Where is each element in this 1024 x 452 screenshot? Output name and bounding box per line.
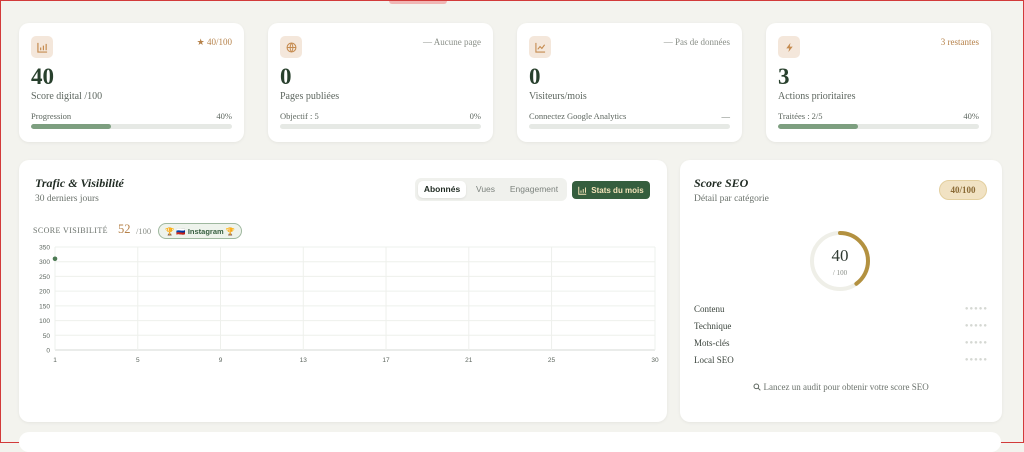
search-icon xyxy=(753,383,761,391)
stat-value: 0 xyxy=(529,64,541,89)
stat-sub-label: Progression xyxy=(31,111,72,121)
audit-text: Lancez un audit pour obtenir votre score… xyxy=(763,382,929,392)
stat-corner-text: — Aucune page xyxy=(423,37,481,47)
stat-label: Actions prioritaires xyxy=(778,91,856,102)
seo-category-contenu: Contenu xyxy=(694,304,725,314)
stat-value: 40 xyxy=(31,64,54,89)
stats-du-mois-button[interactable]: Stats du mois xyxy=(572,181,650,199)
y-tick-label: 350 xyxy=(39,245,50,252)
tab-engagement[interactable]: Engagement xyxy=(505,181,563,198)
traffic-subtitle: 30 derniers jours xyxy=(35,194,99,204)
score-digital-card: ★ 40/100 40 Score digital /100 Progressi… xyxy=(19,23,244,142)
actions-card: 3 restantes 3 Actions prioritaires Trait… xyxy=(766,23,991,142)
stats-du-mois-label: Stats du mois xyxy=(591,185,644,195)
progress-fill xyxy=(778,124,859,129)
stat-sub-label: Traitées : 2/5 xyxy=(778,111,823,121)
rating-dots: ●●●●● xyxy=(964,340,988,346)
seo-title: Score SEO xyxy=(694,176,749,190)
metric-tabs: Abonnés Vues Engagement xyxy=(415,178,567,201)
bar-chart-icon xyxy=(578,186,587,195)
stat-value: 3 xyxy=(778,64,790,89)
x-tick-label: 30 xyxy=(651,357,659,364)
x-tick-label: 13 xyxy=(300,357,308,364)
y-tick-label: 100 xyxy=(39,318,50,325)
seo-subtitle: Détail par catégorie xyxy=(694,194,769,204)
stat-percent: 0% xyxy=(469,111,481,121)
x-tick-label: 21 xyxy=(465,357,473,364)
top-tab-indicator xyxy=(389,1,447,4)
stat-percent: 40% xyxy=(216,111,232,121)
seo-score-max: / 100 xyxy=(832,269,848,277)
stat-corner-text: ★ 40/100 xyxy=(196,37,232,47)
stat-progress-bar xyxy=(31,124,232,129)
seo-category-technique: Technique xyxy=(694,321,732,331)
stat-label: Score digital /100 xyxy=(31,91,103,102)
audit-link[interactable]: Lancez un audit pour obtenir votre score… xyxy=(680,382,1002,392)
stat-corner-text: — Pas de données xyxy=(663,37,730,47)
instagram-badge-label: 🏆 🇷🇺 Instagram 🏆 xyxy=(165,226,236,236)
y-tick-label: 250 xyxy=(39,274,50,281)
stat-percent: 40% xyxy=(963,111,979,121)
visitors-card: — Pas de données 0 Visiteurs/mois Connec… xyxy=(517,23,742,142)
lightning-icon xyxy=(778,36,800,58)
next-card-edge xyxy=(19,432,1001,452)
y-tick-label: 150 xyxy=(39,303,50,310)
x-tick-label: 9 xyxy=(219,357,223,364)
x-tick-label: 17 xyxy=(382,357,390,364)
x-tick-label: 25 xyxy=(548,357,556,364)
rating-dots: ●●●●● xyxy=(964,306,988,312)
rating-dots: ●●●●● xyxy=(964,323,988,329)
stat-label: Pages publiées xyxy=(280,91,340,102)
seo-score-badge: 40/100 xyxy=(939,180,987,200)
pages-card: — Aucune page 0 Pages publiées Objectif … xyxy=(268,23,493,142)
visibility-max: /100 xyxy=(136,226,152,236)
y-tick-label: 0 xyxy=(46,348,50,355)
globe-icon xyxy=(280,36,302,58)
seo-card: Score SEO Détail par catégorie 40/100 40… xyxy=(680,160,1002,422)
stat-sub-label: Connectez Google Analytics xyxy=(529,111,627,121)
stat-corner-text: 3 restantes xyxy=(940,37,979,47)
stat-value: 0 xyxy=(280,64,292,89)
instagram-badge[interactable]: 🏆 🇷🇺 Instagram 🏆 xyxy=(158,223,243,239)
visibility-label: Score visibilité xyxy=(33,226,108,235)
tab-abonnes[interactable]: Abonnés xyxy=(418,181,466,198)
y-tick-label: 50 xyxy=(43,333,51,340)
y-tick-label: 200 xyxy=(39,289,50,296)
stat-sub-label: Objectif : 5 xyxy=(280,111,319,121)
stat-progress-bar xyxy=(280,124,481,129)
trend-up-icon xyxy=(529,36,551,58)
seo-category-local-seo: Local SEO xyxy=(694,355,734,365)
tab-vues[interactable]: Vues xyxy=(468,181,503,198)
seo-category-mots-cles: Mots-clés xyxy=(694,338,730,348)
stat-label: Visiteurs/mois xyxy=(529,91,587,102)
bar-chart-icon xyxy=(31,36,53,58)
traffic-chart: 0 50 100 150 200 250 300 350 1 5 9 13 17 21 25 30 xyxy=(39,245,659,365)
stat-percent: — xyxy=(721,111,731,121)
seo-score-value: 40 xyxy=(831,246,849,265)
stat-progress-bar xyxy=(529,124,730,129)
y-tick-label: 300 xyxy=(39,259,50,266)
traffic-title: Trafic & Visibilité xyxy=(35,176,124,190)
visibility-value: 52 xyxy=(118,222,131,236)
progress-fill xyxy=(31,124,112,129)
x-tick-label: 5 xyxy=(136,357,140,364)
stat-progress-bar xyxy=(778,124,979,129)
x-tick-label: 1 xyxy=(53,357,57,364)
rating-dots: ●●●●● xyxy=(964,357,988,363)
data-point xyxy=(52,256,58,262)
traffic-card: Trafic & Visibilité 30 derniers jours Ab… xyxy=(19,160,667,422)
